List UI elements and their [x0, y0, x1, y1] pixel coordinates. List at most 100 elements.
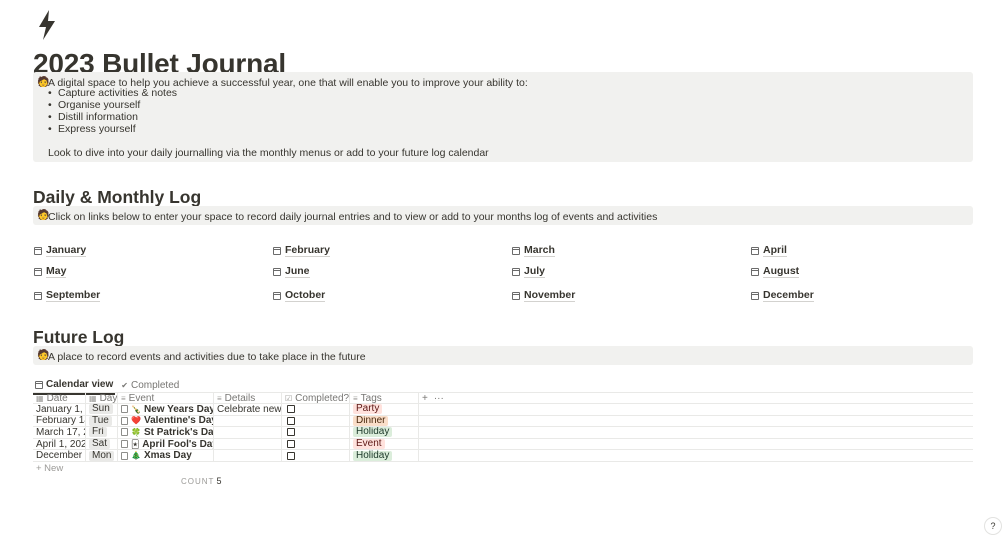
section-heading-future-log[interactable]: Future Log	[33, 328, 124, 347]
page-icon	[121, 416, 128, 425]
event-cell[interactable]: 🃏 April Fool's Day	[118, 438, 213, 450]
section-heading-daily-monthly[interactable]: Daily & Monthly Log	[33, 188, 201, 207]
completed-cell[interactable]	[282, 439, 349, 450]
calendar-icon	[35, 380, 43, 389]
month-link-july[interactable]: July	[512, 265, 546, 278]
calendar-icon	[34, 267, 42, 276]
completed-cell[interactable]	[282, 416, 349, 427]
day-cell[interactable]: Mon	[86, 450, 117, 461]
month-link-june[interactable]: June	[273, 265, 310, 278]
lightning-bolt-icon[interactable]	[36, 10, 58, 40]
day-cell[interactable]: Tue	[86, 416, 117, 427]
daily-callout-text[interactable]: Click on links below to enter your space…	[48, 211, 657, 223]
table-row[interactable]: April 1, 2023 Sat 🃏April Fool's Day Event	[33, 439, 973, 451]
page-icon	[121, 440, 128, 449]
tag-badge: Holiday	[353, 450, 393, 461]
completed-checkbox[interactable]	[287, 416, 295, 425]
date-cell[interactable]: January 1, 2023	[33, 404, 85, 415]
table-row[interactable]: December 25, 2023Mon🎄Xmas Day Holiday	[33, 450, 973, 462]
details-cell[interactable]	[214, 439, 281, 450]
day-pill: Sun	[89, 404, 113, 415]
event-cell[interactable]: 🍀 St Patrick's Day	[118, 427, 213, 438]
month-link-march[interactable]: March	[512, 244, 555, 257]
day-cell[interactable]: Fri	[86, 427, 117, 438]
tag-badge: Party	[353, 404, 383, 415]
count-summary[interactable]: COUNT 5	[181, 476, 221, 486]
column-header-tags[interactable]: ≡ Tags	[350, 393, 418, 403]
date-cell[interactable]: March 17, 2023	[33, 427, 85, 438]
bullet-item[interactable]: Capture activities & notes	[48, 87, 177, 99]
column-divider	[85, 393, 86, 462]
page-icon	[121, 428, 128, 437]
month-link-january[interactable]: January	[34, 244, 87, 257]
event-name: New Years Day	[143, 404, 213, 415]
month-link-august[interactable]: August	[751, 265, 800, 278]
column-header-details[interactable]: ≡ Details	[214, 393, 281, 403]
event-cell[interactable]: ❤️ Valentine's Day	[118, 415, 213, 427]
column-header-date[interactable]: ▦ Date	[33, 393, 85, 403]
details-cell[interactable]	[214, 427, 281, 438]
table-row[interactable]: January 1, 2023 Sun 🍾New Years DayCelebrat…	[33, 404, 973, 416]
add-column-button[interactable]: + ···	[419, 393, 449, 403]
completed-cell[interactable]	[282, 427, 349, 438]
calendar-icon	[751, 267, 759, 276]
completed-cell[interactable]	[282, 450, 349, 461]
column-header-day[interactable]: ▦ Day	[86, 393, 117, 403]
bullet-item[interactable]: Organise yourself	[48, 99, 177, 111]
table-row[interactable]: February 14, 2023 Tue ❤️Valentine's Day Din…	[33, 416, 973, 428]
table-body: January 1, 2023 Sun 🍾New Years DayCelebrat…	[33, 404, 973, 462]
event-cell[interactable]: 🎄 Xmas Day	[118, 450, 213, 461]
date-cell[interactable]: December 25, 2023	[33, 450, 85, 461]
completed-checkbox[interactable]	[287, 451, 295, 460]
table-header-row: ▦ Date ▦ Day ≡ Event ≡ Details ☑ Completed? ≡…	[33, 393, 973, 404]
calendar-icon	[751, 246, 759, 255]
bullet-item[interactable]: Distill information	[48, 111, 177, 123]
date-cell[interactable]: February 14, 2023	[33, 416, 85, 427]
completed-checkbox[interactable]	[287, 440, 295, 449]
bullet-item[interactable]: Express yourself	[48, 123, 177, 135]
date-cell[interactable]: April 1, 2023	[33, 439, 85, 450]
completed-checkbox[interactable]	[287, 405, 295, 414]
month-link-october[interactable]: October	[273, 289, 326, 302]
day-cell[interactable]: Sat	[86, 439, 117, 450]
month-link-november[interactable]: November	[512, 289, 576, 302]
future-callout-text[interactable]: A place to record events and activities …	[48, 351, 366, 363]
month-link-may[interactable]: May	[34, 265, 67, 278]
help-button[interactable]: ?	[985, 518, 1001, 534]
column-header-event[interactable]: ≡ Event	[118, 393, 213, 403]
month-link-september[interactable]: September	[34, 289, 101, 302]
page-icon	[121, 451, 128, 460]
details-cell[interactable]	[214, 416, 281, 427]
day-cell[interactable]: Sun	[86, 404, 117, 415]
tags-cell[interactable]: Party	[350, 404, 418, 415]
column-header-completed[interactable]: ☑ Completed?	[282, 393, 349, 403]
month-link-april[interactable]: April	[751, 244, 787, 257]
table-row[interactable]: March 17, 2023 Fri 🍀St Patrick's Day Holida…	[33, 427, 973, 439]
tag-badge: Holiday	[353, 427, 393, 438]
event-cell[interactable]: 🍾 New Years Day	[118, 404, 213, 415]
details-cell[interactable]: Celebrate new year	[214, 404, 281, 415]
calendar-icon	[34, 246, 42, 255]
checkbox-icon: ☑	[285, 393, 293, 403]
tags-cell[interactable]: Dinner	[350, 416, 418, 427]
event-emoji-icon: ❤️	[131, 416, 141, 426]
tags-cell[interactable]: Event	[350, 439, 418, 450]
completed-cell[interactable]	[282, 404, 349, 415]
event-emoji-icon: 🃏	[131, 439, 140, 449]
tags-cell[interactable]: Holiday	[350, 427, 418, 438]
tags-cell[interactable]: Holiday	[350, 450, 418, 461]
add-new-row-button[interactable]: + New	[36, 463, 63, 474]
month-link-december[interactable]: December	[751, 289, 814, 302]
details-cell[interactable]	[214, 450, 281, 461]
column-divider	[349, 393, 350, 462]
event-name: Valentine's Day	[143, 415, 213, 427]
completed-checkbox[interactable]	[287, 428, 295, 437]
more-options-icon[interactable]: ···	[434, 393, 444, 403]
event-name: St Patrick's Day	[143, 427, 213, 438]
person-icon: 🧑	[37, 210, 50, 221]
tag-badge: Event	[353, 439, 385, 450]
future-log-table: ▦ Date ▦ Day ≡ Event ≡ Details ☑ Completed? ≡…	[33, 393, 973, 462]
event-name: April Fool's Day	[142, 438, 213, 450]
intro-footer[interactable]: Look to dive into your daily journalling…	[48, 147, 489, 159]
month-link-february[interactable]: February	[273, 244, 330, 257]
